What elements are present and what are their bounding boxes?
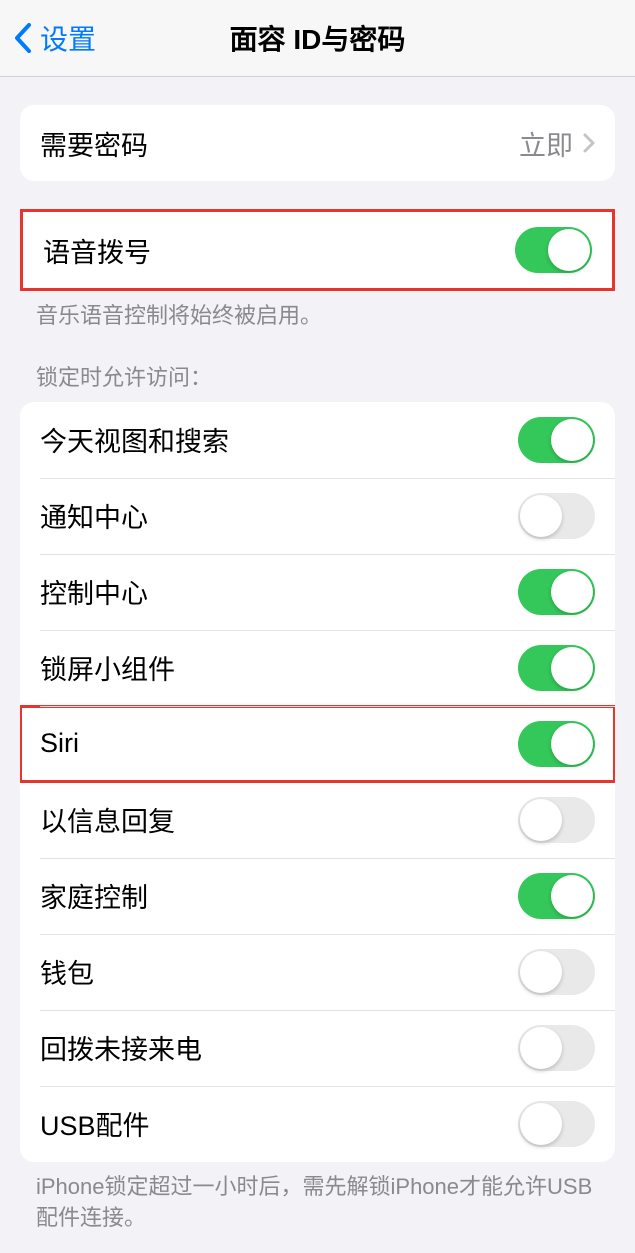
locked-access-row: 钱包 <box>20 934 615 1010</box>
back-label: 设置 <box>40 18 96 58</box>
require-passcode-label: 需要密码 <box>40 124 148 163</box>
toggle-knob <box>551 723 593 765</box>
locked-access-label: 通知中心 <box>40 496 148 535</box>
group-locked-access: 今天视图和搜索通知中心控制中心锁屏小组件 Siri 以信息回复家庭控制钱包回拨未接来… <box>20 402 615 1162</box>
locked-access-row: 控制中心 <box>20 554 615 630</box>
toggle-knob <box>520 495 562 537</box>
voice-dial-label: 语音拨号 <box>43 231 151 270</box>
locked-access-toggle[interactable] <box>518 949 595 995</box>
locked-access-label: USB配件 <box>40 1104 150 1143</box>
locked-access-row: 通知中心 <box>20 478 615 554</box>
locked-access-toggle[interactable] <box>518 645 595 691</box>
locked-access-toggle[interactable] <box>518 493 595 539</box>
page-title: 面容 ID与密码 <box>230 18 406 58</box>
locked-access-row: 回拨未接来电 <box>20 1010 615 1086</box>
nav-bar: 设置 面容 ID与密码 <box>0 0 635 77</box>
content: 需要密码 立即 语音拨号 音乐语音控制将始终被启用。 锁定时允许访问： 今天视图… <box>0 105 635 1233</box>
toggle-knob <box>520 1027 562 1069</box>
locked-access-label: 家庭控制 <box>40 876 148 915</box>
require-passcode-row[interactable]: 需要密码 立即 <box>20 105 615 181</box>
locked-access-label: 钱包 <box>40 952 94 991</box>
back-button[interactable]: 设置 <box>0 18 96 58</box>
locked-access-row: USB配件 <box>20 1086 615 1162</box>
group-passcode: 需要密码 立即 <box>20 105 615 181</box>
locked-access-row: Siri <box>20 706 615 782</box>
locked-access-toggle[interactable] <box>518 797 595 843</box>
locked-access-row: 家庭控制 <box>20 858 615 934</box>
locked-access-footer: iPhone锁定超过一小时后，需先解锁iPhone才能允许USB 配件连接。 <box>36 1172 599 1234</box>
locked-access-toggle[interactable] <box>518 417 595 463</box>
locked-access-row: 锁屏小组件 <box>20 630 615 706</box>
toggle-knob <box>551 875 593 917</box>
locked-access-row: 今天视图和搜索 <box>20 402 615 478</box>
locked-access-label: 回拨未接来电 <box>40 1028 202 1067</box>
locked-access-row: 以信息回复 <box>20 782 615 858</box>
row-value: 立即 <box>519 124 595 163</box>
locked-access-header: 锁定时允许访问： <box>36 360 599 392</box>
toggle-knob <box>551 571 593 613</box>
toggle-knob <box>551 419 593 461</box>
locked-access-toggle[interactable] <box>518 1101 595 1147</box>
toggle-knob <box>551 647 593 689</box>
toggle-knob <box>520 799 562 841</box>
voice-dial-footer: 音乐语音控制将始终被启用。 <box>36 301 599 332</box>
locked-access-toggle[interactable] <box>518 1025 595 1071</box>
locked-access-label: 今天视图和搜索 <box>40 420 229 459</box>
toggle-knob <box>520 951 562 993</box>
locked-access-toggle[interactable] <box>518 873 595 919</box>
chevron-left-icon <box>14 23 32 53</box>
group-voice-dial: 语音拨号 <box>20 209 615 291</box>
toggle-knob <box>520 1103 562 1145</box>
locked-access-label: 锁屏小组件 <box>40 648 175 687</box>
toggle-knob <box>548 229 590 271</box>
voice-dial-toggle[interactable] <box>515 227 592 273</box>
locked-access-toggle[interactable] <box>518 569 595 615</box>
voice-dial-row: 语音拨号 <box>23 212 612 288</box>
chevron-right-icon <box>583 133 595 153</box>
require-passcode-value: 立即 <box>519 124 573 163</box>
locked-access-label: Siri <box>40 728 79 759</box>
locked-access-label: 以信息回复 <box>40 800 175 839</box>
locked-access-toggle[interactable] <box>518 721 595 767</box>
locked-access-label: 控制中心 <box>40 572 148 611</box>
